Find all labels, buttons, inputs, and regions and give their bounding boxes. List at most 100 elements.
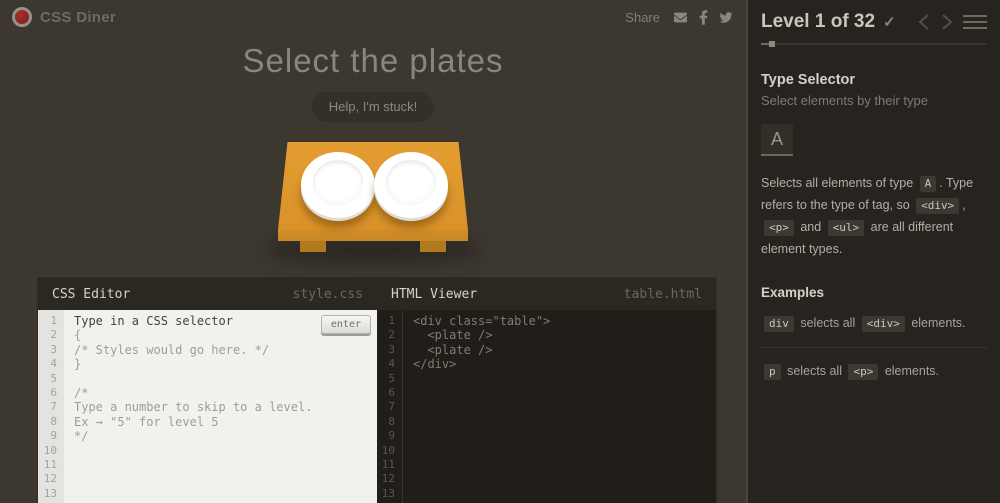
line-number: 2: [388, 328, 395, 342]
line-number: 6: [50, 385, 57, 399]
table-leg: [300, 241, 326, 252]
plate[interactable]: [301, 152, 375, 218]
code-chip: <div>: [916, 197, 960, 214]
line-number: 8: [388, 414, 395, 428]
code-line[interactable]: [413, 372, 716, 386]
email-share-icon[interactable]: [672, 11, 689, 24]
line-number: 9: [50, 429, 57, 443]
line-number: 1: [50, 314, 57, 327]
code-line[interactable]: [413, 429, 716, 443]
code-line[interactable]: [413, 415, 716, 429]
help-button[interactable]: Help, I'm stuck!: [311, 92, 435, 122]
css-editor-header: CSS Editor style.css: [38, 278, 377, 310]
code-line[interactable]: /*: [74, 386, 377, 400]
line-number: 3: [50, 342, 57, 356]
code-line[interactable]: Type a number to skip to a level.: [74, 400, 377, 414]
code-line[interactable]: </div>: [413, 357, 716, 371]
line-number: 1: [388, 314, 395, 327]
text-segment: elements.: [907, 315, 966, 330]
code-line[interactable]: [413, 458, 716, 472]
lesson-content: Type Selector Select elements by their t…: [748, 45, 1000, 397]
example-row: div selects all <div> elements.: [761, 313, 987, 335]
code-line[interactable]: [413, 386, 716, 400]
line-number: 4: [388, 357, 395, 371]
text-segment: ,: [962, 197, 966, 212]
code-line[interactable]: [74, 472, 377, 486]
plate[interactable]: [374, 152, 448, 218]
selector-symbol: A: [761, 124, 794, 156]
code-line[interactable]: <plate />: [413, 328, 716, 342]
level-progress-bar: [761, 41, 987, 47]
previous-level-icon[interactable]: [917, 13, 931, 31]
html-line-numbers: 1234567891011121314: [377, 310, 403, 503]
facebook-share-icon[interactable]: [699, 9, 708, 25]
lesson-title: Type Selector: [761, 72, 856, 88]
line-number: 12: [43, 472, 57, 486]
line-number: 5: [50, 371, 57, 385]
code-chip: A: [919, 176, 937, 192]
code-line[interactable]: [413, 444, 716, 458]
lesson-sidebar: Level 1 of 32 ✓ Type Selector Select ele…: [746, 0, 1000, 503]
line-number: 11: [381, 457, 395, 471]
code-line[interactable]: [413, 472, 716, 486]
examples-title: Examples: [761, 284, 825, 300]
code-line[interactable]: [413, 487, 716, 501]
line-number: 2: [50, 328, 57, 342]
code-line[interactable]: <div class="table">: [413, 314, 716, 328]
code-line[interactable]: }: [74, 357, 377, 371]
css-diner-app: CSS Diner Share Select the plates Help, …: [0, 0, 1000, 503]
code-chip: <ul>: [827, 219, 865, 236]
line-number: 10: [381, 443, 395, 457]
share-label: Share: [625, 9, 660, 25]
level-label: Level 1 of 32: [761, 11, 876, 32]
editor-panels: CSS Editor style.css 1234567891011121314…: [38, 278, 716, 503]
level-instruction-title: Select the plates: [242, 42, 504, 79]
html-code-area[interactable]: <div class="table"> <plate /> <plate /> <…: [403, 310, 716, 503]
text-segment: selects all: [783, 364, 846, 379]
css-editor-panel: CSS Editor style.css 1234567891011121314…: [38, 278, 377, 503]
code-chip: div: [764, 315, 794, 332]
text-segment: elements.: [881, 364, 940, 379]
menu-icon[interactable]: [963, 13, 987, 31]
code-line[interactable]: [74, 444, 377, 458]
table-front-edge: [278, 230, 468, 241]
html-viewer-body: 1234567891011121314 <div class="table"> …: [377, 310, 716, 503]
code-line[interactable]: [74, 372, 377, 386]
code-line[interactable]: Ex → "5" for level 5: [74, 415, 377, 429]
code-chip: <p>: [848, 364, 879, 381]
example-row: p selects all <p> elements.: [761, 361, 987, 383]
code-line[interactable]: [413, 400, 716, 414]
lesson-description: Selects all elements of type A. Type ref…: [761, 173, 987, 261]
css-editor-title: CSS Editor: [52, 286, 131, 302]
code-chip: p: [764, 364, 781, 381]
code-line[interactable]: [74, 458, 377, 472]
sidebar-header: Level 1 of 32 ✓: [748, 0, 1000, 33]
line-number: 12: [381, 472, 395, 486]
text-segment: selects all: [796, 315, 859, 330]
line-number: 6: [388, 385, 395, 399]
code-line[interactable]: <plate />: [413, 343, 716, 357]
enter-button[interactable]: enter: [320, 315, 371, 334]
line-number: 13: [381, 486, 395, 500]
text-segment: and: [796, 219, 825, 234]
css-editor-body[interactable]: 1234567891011121314 Type in a CSS select…: [38, 310, 377, 503]
game-table-scene: [264, 142, 482, 262]
line-number: 10: [43, 443, 57, 457]
progress-marker: [769, 41, 775, 47]
css-code-area[interactable]: Type in a CSS selector{/* Styles would g…: [64, 310, 377, 503]
plate-rim: [313, 160, 363, 204]
html-viewer-title: HTML Viewer: [391, 286, 478, 302]
code-line[interactable]: */: [74, 429, 377, 443]
next-level-icon[interactable]: [940, 13, 954, 31]
line-number: 13: [43, 486, 57, 500]
line-number: 7: [388, 400, 395, 414]
top-bar: CSS Diner Share: [0, 0, 746, 34]
code-line[interactable]: /* Styles would go here. */: [74, 343, 377, 357]
line-number: 8: [50, 414, 57, 428]
line-number: 7: [50, 400, 57, 414]
lesson-subtitle: Select elements by their type: [761, 93, 928, 108]
html-viewer-header: HTML Viewer table.html: [377, 278, 716, 310]
html-viewer-filename: table.html: [623, 286, 702, 302]
twitter-share-icon[interactable]: [718, 11, 734, 24]
code-line[interactable]: [74, 487, 377, 501]
